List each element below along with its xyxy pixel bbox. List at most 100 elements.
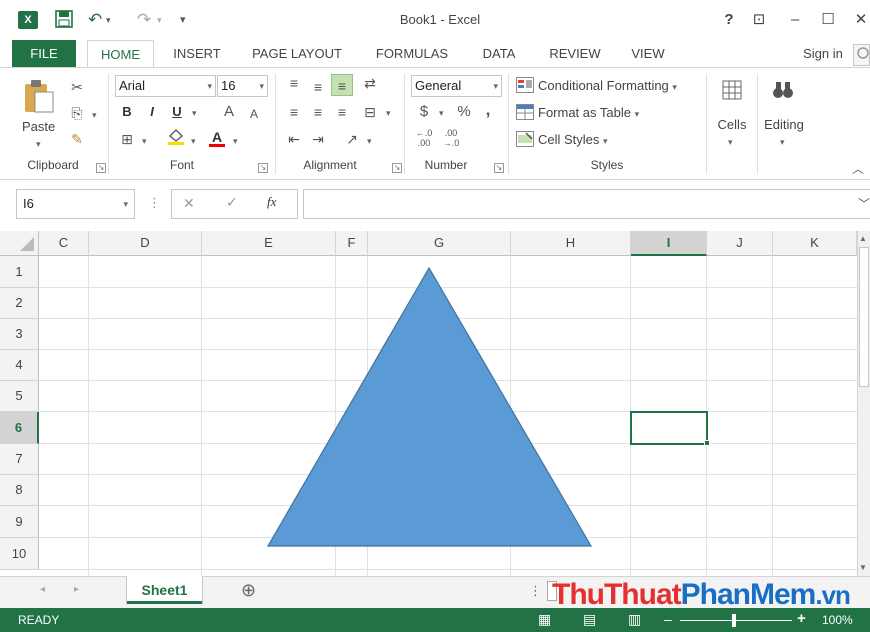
row-header-9[interactable]: 9 [0, 506, 39, 538]
row-header-1[interactable]: 1 [0, 256, 39, 288]
close-button[interactable]: ✕ [848, 8, 870, 32]
tab-data[interactable]: DATA [472, 40, 526, 68]
borders-dropdown-icon[interactable]: ▾ [142, 136, 147, 147]
editing-button[interactable]: Editing [760, 117, 808, 132]
cells-button[interactable]: Cells [714, 117, 750, 132]
number-launcher-icon[interactable]: ↘ [494, 163, 504, 173]
bold-button[interactable]: B [116, 101, 138, 123]
row-header-10[interactable]: 10 [0, 538, 39, 570]
help-button[interactable]: ? [716, 8, 742, 32]
tab-split-grip-icon[interactable]: ⋮ [529, 583, 542, 599]
cells-dropdown-icon[interactable]: ▾ [728, 137, 733, 148]
orientation-icon[interactable]: ↗ [341, 128, 363, 150]
undo-dropdown-icon[interactable]: ▾ [106, 10, 111, 30]
scroll-up-icon[interactable]: ▲ [859, 234, 867, 243]
row-header-5[interactable]: 5 [0, 381, 39, 412]
format-painter-icon[interactable]: ✎ [66, 128, 88, 150]
expand-formula-bar-icon[interactable]: ﹀ [858, 195, 870, 212]
italic-button[interactable]: I [141, 101, 163, 123]
account-avatar[interactable] [853, 44, 870, 66]
add-sheet-icon[interactable]: ⊕ [241, 580, 256, 601]
conditional-formatting-button[interactable]: Conditional Formatting ▾ [538, 78, 677, 93]
orientation-dropdown-icon[interactable]: ▾ [367, 136, 372, 147]
merge-dropdown-icon[interactable]: ▾ [386, 108, 391, 119]
borders-icon[interactable]: ⊞ [116, 128, 138, 150]
alignment-launcher-icon[interactable]: ↘ [392, 163, 402, 173]
row-header-6[interactable]: 6 [0, 412, 39, 444]
tab-insert[interactable]: INSERT [163, 40, 231, 68]
paste-dropdown-icon[interactable]: ▾ [36, 139, 41, 150]
page-break-view-icon[interactable]: ▥ [628, 611, 641, 628]
decrease-font-button[interactable]: A [243, 103, 265, 125]
font-name-combo[interactable]: Arial ▾ [115, 75, 216, 97]
save-icon[interactable] [55, 10, 73, 34]
fill-handle[interactable] [704, 440, 710, 446]
tab-home[interactable]: HOME [87, 40, 154, 69]
tab-view[interactable]: VIEW [622, 40, 674, 68]
tab-file[interactable]: FILE [12, 40, 76, 68]
select-all-corner[interactable] [0, 231, 39, 256]
tab-review[interactable]: REVIEW [541, 40, 609, 68]
ribbon-display-options-button[interactable]: ⊡ [746, 8, 772, 32]
number-format-combo[interactable]: General ▾ [411, 75, 502, 97]
column-header-c[interactable]: C [39, 231, 89, 256]
cut-icon[interactable]: ✂ [66, 76, 88, 98]
column-header-g[interactable]: G [368, 231, 511, 256]
column-header-d[interactable]: D [89, 231, 202, 256]
wrap-text-icon[interactable]: ⇄ [359, 72, 381, 94]
decrease-decimal-icon[interactable]: .00 →.0 [440, 128, 462, 150]
column-header-f[interactable]: F [336, 231, 368, 256]
page-layout-view-icon[interactable]: ▤ [583, 611, 596, 628]
sheet-tab-sheet1[interactable]: Sheet1 [127, 576, 202, 604]
triangle-shape[interactable] [264, 265, 596, 551]
worksheet-grid[interactable]: C D E F G H I J K 1 2 3 4 5 6 7 8 9 10 [0, 231, 870, 576]
zoom-out-button[interactable]: – [664, 611, 672, 627]
scroll-sheets-right-icon[interactable]: ▸ [74, 584, 79, 595]
name-box[interactable]: I6 ▾ [16, 189, 135, 219]
scroll-sheets-left-icon[interactable]: ◂ [40, 584, 45, 595]
currency-dropdown-icon[interactable]: ▾ [439, 108, 444, 119]
row-header-3[interactable]: 3 [0, 319, 39, 350]
cell-styles-button[interactable]: Cell Styles ▾ [538, 132, 608, 147]
maximize-button[interactable]: ☐ [815, 8, 841, 32]
tab-formulas[interactable]: FORMULAS [366, 40, 458, 68]
font-size-combo[interactable]: 16 ▾ [217, 75, 268, 97]
underline-button[interactable]: U [166, 101, 188, 123]
active-cell-i6[interactable] [630, 411, 708, 445]
align-left-icon[interactable]: ≡ [283, 101, 305, 123]
increase-decimal-icon[interactable]: ←.0.00 [413, 128, 435, 150]
row-header-4[interactable]: 4 [0, 350, 39, 381]
format-as-table-button[interactable]: Format as Table ▾ [538, 105, 639, 120]
merge-center-icon[interactable]: ⊟ [359, 101, 381, 123]
collapse-ribbon-icon[interactable]: ︿ [852, 160, 864, 177]
copy-dropdown-icon[interactable]: ▾ [92, 110, 97, 121]
column-header-j[interactable]: J [707, 231, 773, 256]
tab-page-layout[interactable]: PAGE LAYOUT [243, 40, 351, 68]
increase-indent-icon[interactable]: ⇥ [307, 128, 329, 150]
column-header-e[interactable]: E [202, 231, 336, 256]
decrease-indent-icon[interactable]: ⇤ [283, 128, 305, 150]
vertical-scrollbar[interactable]: ▲ ▼ [857, 231, 870, 576]
formula-input[interactable] [303, 189, 870, 219]
copy-icon[interactable]: ⎘ [66, 102, 88, 124]
align-top-icon[interactable]: ≡ [283, 72, 305, 94]
font-color-dropdown-icon[interactable]: ▾ [233, 136, 238, 147]
align-middle-icon[interactable]: ≡ [307, 76, 329, 98]
zoom-slider-thumb[interactable] [732, 614, 736, 627]
column-header-h[interactable]: H [511, 231, 631, 256]
fill-color-dropdown-icon[interactable]: ▾ [191, 136, 196, 147]
row-header-7[interactable]: 7 [0, 444, 39, 475]
align-right-icon[interactable]: ≡ [331, 101, 353, 123]
percent-button[interactable]: % [453, 101, 475, 123]
insert-function-button[interactable]: fx [267, 194, 276, 210]
row-header-2[interactable]: 2 [0, 288, 39, 319]
paste-icon[interactable] [22, 78, 56, 117]
scroll-thumb[interactable] [859, 247, 869, 387]
paste-button[interactable]: Paste [22, 119, 55, 134]
column-header-i[interactable]: I [631, 231, 707, 256]
sign-in-link[interactable]: Sign in [795, 40, 851, 68]
align-bottom-icon[interactable]: ≡ [331, 74, 353, 96]
scroll-down-icon[interactable]: ▼ [859, 563, 867, 572]
currency-button[interactable]: $ [413, 101, 435, 123]
redo-dropdown-icon[interactable]: ▾ [157, 10, 162, 30]
